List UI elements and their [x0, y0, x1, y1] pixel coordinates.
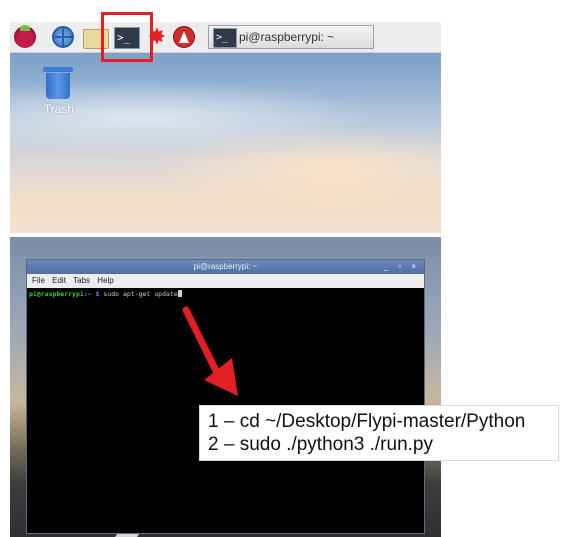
commands-callout: 1 – cd ~/Desktop/Flypi-master/Python 2 –… [199, 405, 559, 461]
text-cursor [177, 290, 182, 297]
prompt-line: pi@raspberrypi:~ $ sudo apt-get update [29, 290, 182, 298]
command-text: sudo apt-get update [103, 290, 178, 298]
terminal-task-button[interactable]: >_ pi@raspberrypi: ~ [208, 25, 374, 49]
menu-edit[interactable]: Edit [52, 276, 66, 285]
desktop-screenshot: >_ ✸ >_ pi@raspberrypi: ~ Trash [10, 22, 441, 233]
command-step-1: 1 – cd ~/Desktop/Flypi-master/Python [208, 411, 526, 432]
terminal-title: pi@raspberrypi: ~ [193, 262, 258, 271]
mathematica-icon[interactable] [173, 26, 195, 48]
prompt-user: pi@raspberrypi [29, 290, 84, 298]
menu-tabs[interactable]: Tabs [73, 276, 90, 285]
raspberry-menu-icon[interactable] [14, 25, 36, 48]
terminal-screenshot: pi@raspberrypi: ~ _ ▫ × File Edit Tabs H… [10, 237, 441, 537]
terminal-menu-bar: File Edit Tabs Help [27, 274, 424, 288]
prompt-path: :~ $ [83, 290, 100, 298]
trash-label[interactable]: Trash [32, 102, 86, 116]
taskbar: >_ ✸ >_ pi@raspberrypi: ~ [10, 22, 441, 53]
terminal-title-bar[interactable]: pi@raspberrypi: ~ _ ▫ × [27, 260, 424, 274]
terminal-window[interactable]: pi@raspberrypi: ~ _ ▫ × File Edit Tabs H… [26, 259, 425, 534]
trash-icon[interactable] [43, 67, 73, 99]
terminal-icon: >_ [213, 28, 237, 48]
menu-file[interactable]: File [32, 276, 45, 285]
command-step-2: 2 – sudo ./python3 ./run.py [208, 434, 433, 455]
terminal-highlight-box [101, 12, 153, 62]
menu-help[interactable]: Help [97, 276, 113, 285]
web-browser-icon[interactable] [52, 26, 74, 48]
window-controls[interactable]: _ ▫ × [384, 260, 420, 274]
task-button-label: pi@raspberrypi: ~ [239, 30, 335, 44]
